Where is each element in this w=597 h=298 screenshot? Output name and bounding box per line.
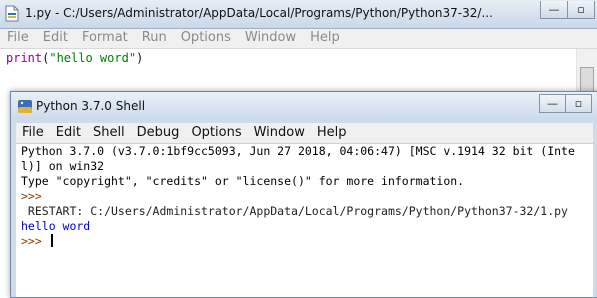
editor-title: 1.py - C:/Users/Administrator/AppData/Lo… [25, 6, 493, 20]
python-shell-icon [18, 100, 32, 113]
active-prompt: >>> [21, 234, 49, 248]
editor-menu-format[interactable]: Format [75, 29, 135, 48]
editor-menu-options[interactable]: Options [174, 29, 238, 48]
editor-menu-help[interactable]: Help [303, 29, 347, 48]
editor-menu-bar: File Edit Format Run Options Window Help [0, 29, 597, 49]
banner-line-1: Python 3.7.0 (v3.7.0:1bf9cc5093, Jun 27 … [21, 144, 575, 158]
editor-minimize-button[interactable]: — [540, 1, 568, 19]
minimize-icon: — [548, 3, 560, 16]
minimize-icon: — [547, 97, 558, 110]
editor-title-bar[interactable]: 1.py - C:/Users/Administrator/AppData/Lo… [0, 0, 597, 29]
shell-maximize-button[interactable]: ▫ [565, 94, 592, 113]
shell-menu-edit[interactable]: Edit [50, 123, 87, 143]
shell-console[interactable]: Python 3.7.0 (v3.7.0:1bf9cc5093, Jun 27 … [16, 144, 593, 297]
shell-menu-shell[interactable]: Shell [87, 123, 131, 143]
shell-menu-bar: File Edit Shell Debug Options Window Hel… [16, 123, 593, 144]
python-file-icon [5, 5, 19, 22]
program-output: hello word [21, 219, 91, 233]
banner-line-2: l)] on win32 [21, 159, 105, 173]
code-editor[interactable]: print("hello word") [0, 49, 576, 97]
maximize-icon: ▫ [577, 3, 585, 16]
shell-title-bar[interactable]: Python 3.7.0 Shell — ▫ [11, 92, 597, 119]
shell-menu-window[interactable]: Window [248, 123, 311, 143]
editor-window-controls: — ▫ [540, 1, 595, 19]
shell-menu-help[interactable]: Help [311, 123, 353, 143]
shell-window: Python 3.7.0 Shell — ▫ File Edit Shell D… [10, 91, 597, 298]
shell-prompt: >>> [21, 189, 49, 203]
code-string: "hello word" [49, 51, 137, 65]
editor-menu-edit[interactable]: Edit [36, 29, 75, 48]
shell-menu-file[interactable]: File [16, 123, 50, 143]
shell-minimize-button[interactable]: — [539, 94, 566, 113]
shell-window-controls: — ▫ [539, 94, 592, 113]
code-builtin: print [6, 51, 43, 65]
code-paren-close: ) [136, 51, 144, 65]
text-cursor [50, 234, 53, 247]
editor-maximize-button[interactable]: ▫ [567, 1, 595, 19]
maximize-icon: ▫ [574, 97, 583, 110]
editor-menu-run[interactable]: Run [135, 29, 174, 48]
shell-menu-debug[interactable]: Debug [131, 123, 186, 143]
editor-menu-window[interactable]: Window [238, 29, 303, 48]
editor-menu-file[interactable]: File [0, 29, 36, 48]
shell-menu-options[interactable]: Options [185, 123, 247, 143]
banner-line-3: Type "copyright", "credits" or "license(… [21, 174, 465, 188]
restart-line: RESTART: C:/Users/Administrator/AppData/… [21, 204, 568, 218]
shell-title: Python 3.7.0 Shell [36, 99, 146, 113]
active-prompt-line[interactable]: >>> [21, 234, 593, 249]
